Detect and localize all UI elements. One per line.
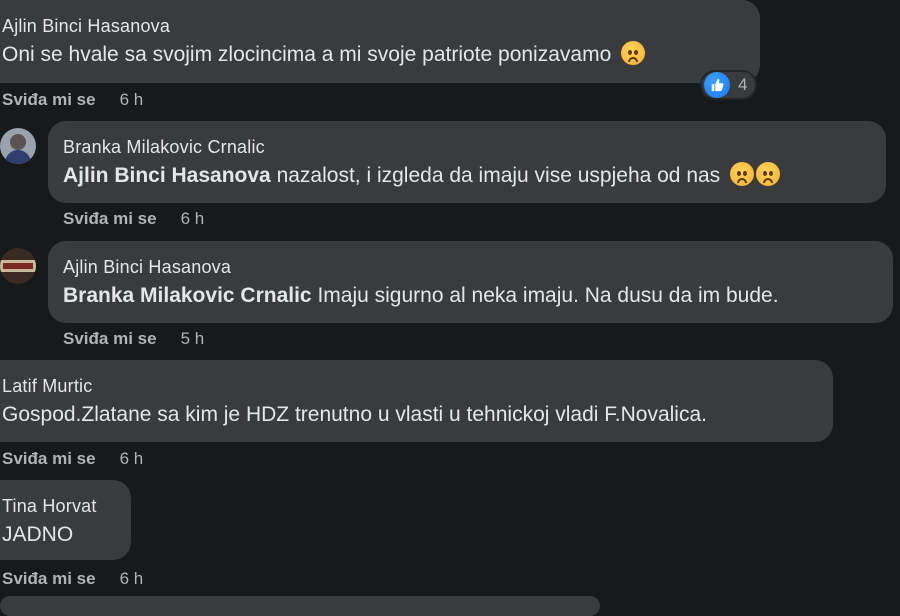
like-button[interactable]: Sviđa mi se bbox=[63, 209, 157, 228]
comment-actions: Sviđa mi se 5 h bbox=[63, 329, 204, 349]
comment-bubble: Latif Murtic Gospod.Zlatane sa kim je HD… bbox=[0, 360, 833, 442]
comment-text: Ajlin Binci Hasanova nazalost, i izgleda… bbox=[63, 161, 874, 191]
comment-author[interactable]: Latif Murtic bbox=[2, 374, 821, 398]
timestamp[interactable]: 6 h bbox=[181, 209, 205, 228]
comment-bubble: Branka Milakovic Crnalic Ajlin Binci Has… bbox=[48, 121, 886, 203]
like-reaction-icon bbox=[704, 72, 730, 98]
comment-bubble-partial bbox=[0, 596, 600, 616]
comment-bubble: Ajlin Binci Hasanova Branka Milakovic Cr… bbox=[48, 241, 893, 323]
comment-bubble: Tina Horvat JADNO bbox=[0, 480, 131, 560]
sad-face-icon bbox=[756, 162, 781, 186]
comment-bubble: Ajlin Binci Hasanova Oni se hvale sa svo… bbox=[0, 0, 760, 83]
avatar[interactable] bbox=[0, 248, 36, 284]
comment-author[interactable]: Ajlin Binci Hasanova bbox=[63, 255, 881, 279]
comment-author[interactable]: Ajlin Binci Hasanova bbox=[2, 14, 748, 38]
comment-author[interactable]: Branka Milakovic Crnalic bbox=[63, 135, 874, 159]
comment-actions: Sviđa mi se 6 h bbox=[2, 569, 143, 589]
like-button[interactable]: Sviđa mi se bbox=[2, 569, 96, 588]
sad-face-icon bbox=[621, 41, 646, 65]
mention-link[interactable]: Ajlin Binci Hasanova bbox=[63, 164, 271, 187]
reaction-count[interactable]: 4 bbox=[700, 70, 758, 100]
comment-actions: Sviđa mi se 6 h bbox=[2, 90, 143, 110]
like-button[interactable]: Sviđa mi se bbox=[2, 90, 96, 109]
comment-actions: Sviđa mi se 6 h bbox=[2, 449, 143, 469]
comment-author[interactable]: Tina Horvat bbox=[2, 494, 119, 518]
comment-text: Gospod.Zlatane sa kim je HDZ trenutno u … bbox=[2, 403, 707, 426]
comment-text: JADNO bbox=[2, 523, 74, 546]
reaction-count-text: 4 bbox=[738, 75, 748, 94]
timestamp[interactable]: 6 h bbox=[120, 449, 144, 468]
comment-text: Oni se hvale sa svojim zlocincima a mi s… bbox=[2, 40, 748, 70]
timestamp[interactable]: 6 h bbox=[120, 569, 144, 588]
mention-link[interactable]: Branka Milakovic Crnalic bbox=[63, 284, 312, 307]
timestamp[interactable]: 6 h bbox=[120, 90, 144, 109]
comment-actions: Sviđa mi se 6 h bbox=[63, 209, 204, 229]
sad-face-icon bbox=[730, 162, 755, 186]
avatar[interactable] bbox=[0, 128, 36, 164]
timestamp[interactable]: 5 h bbox=[181, 329, 205, 348]
like-button[interactable]: Sviđa mi se bbox=[63, 329, 157, 348]
like-button[interactable]: Sviđa mi se bbox=[2, 449, 96, 468]
comment-text: Branka Milakovic Crnalic Imaju sigurno a… bbox=[63, 284, 779, 307]
